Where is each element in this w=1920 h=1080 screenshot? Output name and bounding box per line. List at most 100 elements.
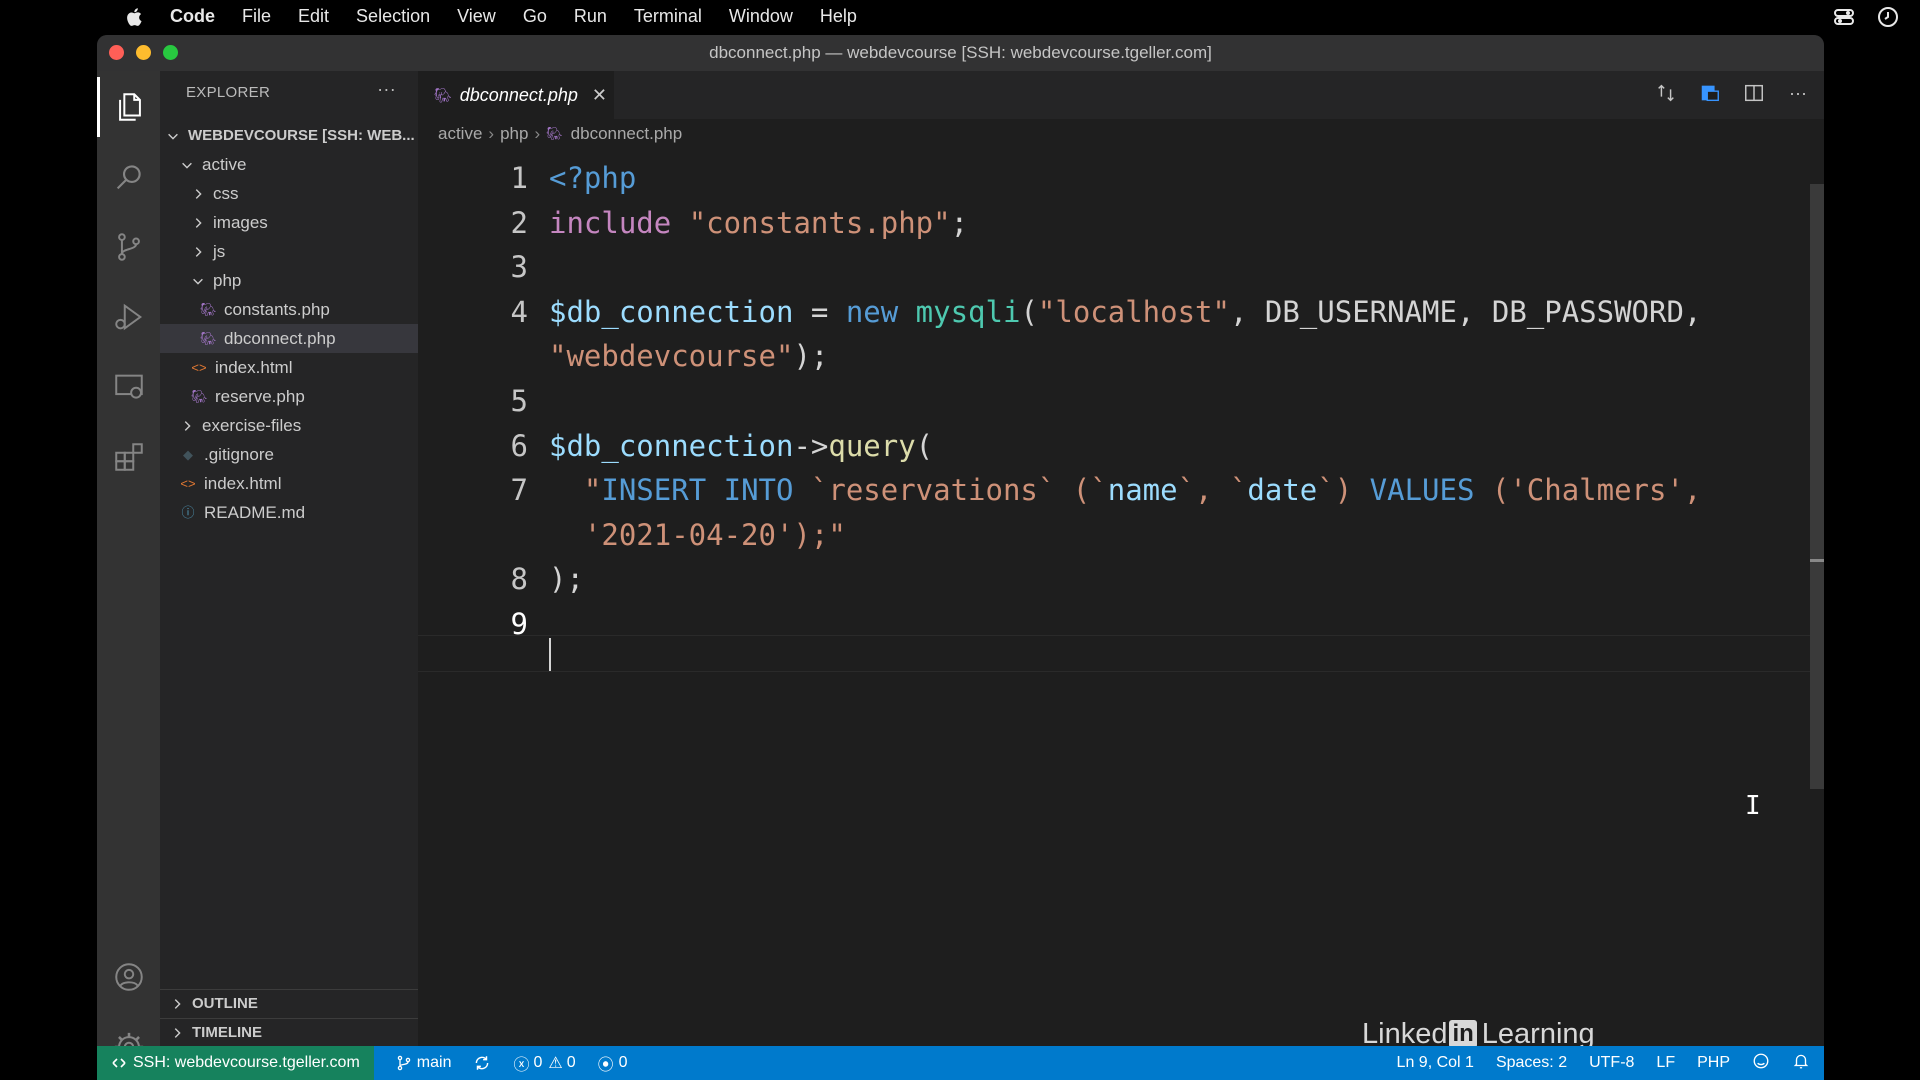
code-line: $db_connection = new mysqli("localhost",… [549,295,1701,329]
clock-icon[interactable] [1876,5,1900,29]
account-icon [114,963,143,991]
code-line: $db_connection->query( [549,429,933,463]
extensions-activity[interactable] [97,427,160,487]
breadcrumb-item[interactable]: active [438,124,482,144]
menu-edit[interactable]: Edit [298,6,329,27]
breadcrumb-item[interactable]: dbconnect.php [571,124,683,144]
tree-item-index-html-root[interactable]: <> index.html [160,469,418,498]
code-token: name [1107,473,1178,507]
code-token: "webdevcourse" [549,339,794,373]
control-center-icon[interactable] [1832,5,1856,29]
tree-item-images[interactable]: images [160,208,418,237]
close-icon[interactable]: ✕ [592,85,607,106]
sync-button[interactable] [473,1054,491,1072]
menu-window[interactable]: Window [729,6,793,27]
remote-explorer-activity[interactable] [97,357,160,417]
encoding[interactable]: UTF-8 [1589,1054,1634,1072]
tree-item-css[interactable]: css [160,179,418,208]
code-token: $db_connection [549,429,794,463]
outline-label: OUTLINE [192,995,258,1012]
end-of-line[interactable]: LF [1656,1054,1675,1072]
problems-indicator[interactable]: ⓧ 0 ⚠ 0 [513,1051,575,1075]
line-number: 8 [510,562,528,596]
info-icon: ⓘ [181,504,195,520]
minimize-window-button[interactable] [136,45,151,60]
menu-help[interactable]: Help [820,6,857,27]
cursor-position[interactable]: Ln 9, Col 1 [1397,1054,1474,1072]
code-token: date [1247,473,1318,507]
open-changes-icon[interactable] [1654,81,1678,105]
tree-item-php[interactable]: php [160,266,418,295]
extensions-icon [114,443,143,471]
menu-go[interactable]: Go [523,6,547,27]
remote-indicator[interactable]: SSH: webdevcourse.tgeller.com [97,1046,374,1080]
menu-terminal[interactable]: Terminal [634,6,702,27]
code-token: ('Chalmers', [1474,473,1702,507]
tree-item-index-html[interactable]: <> index.html [160,353,418,382]
ports-indicator[interactable]: ⦿ 0 [598,1051,628,1075]
workspace-root-label: WEBDEVCOURSE [SSH: WEB... [188,127,415,144]
git-branch[interactable]: main [396,1054,451,1072]
tree-item-exercise-files[interactable]: exercise-files [160,411,418,440]
code-token: <?php [549,161,637,195]
tree-item-reserve-php[interactable]: 🐘︎ reserve.php [160,382,418,411]
macos-menu-bar: Code File Edit Selection View Go Run Ter… [0,0,1920,33]
tree-item-dbconnect-php[interactable]: 🐘︎ dbconnect.php [160,324,418,353]
chevron-right-icon [195,246,202,257]
explorer-activity[interactable] [97,77,160,137]
more-actions-icon[interactable]: ··· [1786,81,1810,105]
line-number: 5 [510,384,528,418]
tab-dbconnect-php[interactable]: 🐘︎ dbconnect.php ✕ [418,71,614,119]
code-token: , [1683,295,1702,329]
tree-item-js[interactable]: js [160,237,418,266]
split-editor-icon[interactable] [1742,81,1766,105]
outline-section[interactable]: OUTLINE [160,989,418,1017]
html-file-icon: <> [191,359,207,375]
warning-icon: ⚠ [548,1055,563,1072]
search-icon [116,165,141,190]
open-preview-icon[interactable] [1698,81,1722,105]
tree-item-gitignore[interactable]: ◆ .gitignore [160,440,418,469]
accounts-activity[interactable] [97,947,160,1007]
timeline-label: TIMELINE [192,1024,262,1041]
run-debug-activity[interactable] [97,287,160,347]
line-number: 4 [510,295,528,329]
code-token: , [1229,295,1265,329]
tree-item-constants-php[interactable]: 🐘︎ constants.php [160,295,418,324]
tab-label: dbconnect.php [459,84,578,105]
chevron-right-icon [174,1027,181,1038]
broadcast-icon: ⦿ [597,1057,614,1074]
code-line: ); [549,562,584,596]
bell-icon[interactable] [1792,1052,1810,1075]
language-mode[interactable]: PHP [1697,1054,1730,1072]
linkedin-logo: in [1449,1020,1477,1048]
tree-item-readme[interactable]: ⓘ README.md [160,498,418,527]
breadcrumb: active › php › 🐘︎ dbconnect.php [418,119,1824,149]
tree-item-label: js [213,241,226,261]
more-actions-icon[interactable]: ··· [377,79,396,100]
apple-icon[interactable] [124,6,146,28]
search-activity[interactable] [97,147,160,207]
editor-tabs-bar: 🐘︎ dbconnect.php ✕ ··· [418,71,1824,119]
close-window-button[interactable] [109,45,124,60]
code-token: VALUES [1369,473,1475,507]
editor-scrollbar[interactable] [1810,149,1824,1046]
indentation[interactable]: Spaces: 2 [1496,1054,1567,1072]
menu-file[interactable]: File [242,6,271,27]
tree-item-active[interactable]: active [160,150,418,179]
timeline-section[interactable]: TIMELINE [160,1018,418,1046]
menu-app-name[interactable]: Code [170,6,215,27]
sync-icon [476,1056,489,1070]
files-icon [119,93,141,121]
workspace-root[interactable]: WEBDEVCOURSE [SSH: WEB... [160,121,418,150]
scrollbar-thumb[interactable] [1810,184,1824,789]
menu-view[interactable]: View [457,6,496,27]
source-control-activity[interactable] [97,217,160,277]
menu-selection[interactable]: Selection [356,6,430,27]
explorer-sidebar: EXPLORER ··· WEBDEVCOURSE [SSH: WEB... a… [160,71,418,1046]
code-editor[interactable]: 1 2 3 4 5 6 7 8 9 <?php include "constan… [418,149,1824,1046]
zoom-window-button[interactable] [163,45,178,60]
feedback-icon[interactable] [1752,1052,1770,1075]
menu-run[interactable]: Run [574,6,607,27]
breadcrumb-item[interactable]: php [500,124,528,144]
